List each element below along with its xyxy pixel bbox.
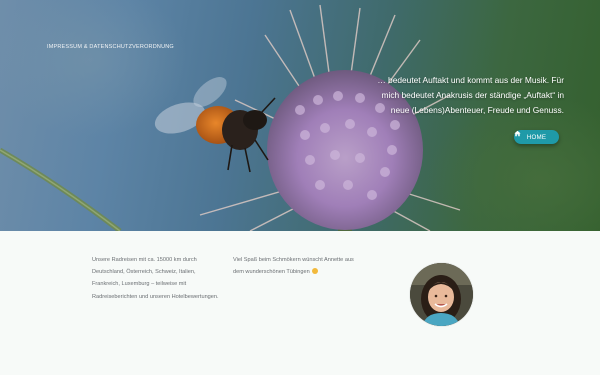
intro-text: Unsere Radreisen mit ca. 15000 km durch … — [92, 254, 230, 303]
impressum-link[interactable]: IMPRESSUM & DATENSCHUTZVERORDNUNG — [47, 44, 174, 50]
home-button-label: HOME — [526, 133, 547, 141]
content-section: Unsere Radreisen mit ca. 15000 km durch … — [0, 231, 600, 375]
greeting-line: Viel Spaß beim Schmökern wünscht Annette… — [233, 257, 354, 263]
intro-line: Radreiseberichten und unseren Hotelbewer… — [92, 293, 219, 300]
home-icon — [514, 130, 521, 137]
smiley-icon — [312, 267, 319, 274]
intro-line: Frankreich, Luxemburg – teilweise mit — [92, 281, 187, 288]
tagline-line: mich bedeutet Anakrusis der ständige „Au… — [381, 90, 565, 101]
intro-line: Unsere Radreisen mit ca. 15000 km durch — [92, 257, 197, 263]
greeting-line: dem wunderschönen Tübingen — [233, 266, 363, 278]
greeting-text: Viel Spaß beim Schmökern wünscht Annette… — [233, 254, 363, 278]
home-button[interactable]: HOME — [514, 130, 559, 144]
hero-tagline: … bedeutet Auftakt und kommt aus der Mus… — [324, 73, 564, 119]
intro-line: Deutschland, Österreich, Schweiz, Italie… — [92, 269, 196, 276]
avatar — [410, 263, 473, 326]
tagline-line: neue (Lebens)Abenteuer, Freude und Genus… — [390, 105, 564, 116]
greeting-line-text: dem wunderschönen Tübingen — [233, 269, 310, 276]
tagline-line: … bedeutet Auftakt und kommt aus der Mus… — [377, 75, 564, 85]
avatar-photo — [410, 263, 473, 326]
hero-banner: IMPRESSUM & DATENSCHUTZVERORDNUNG … bede… — [0, 0, 600, 231]
